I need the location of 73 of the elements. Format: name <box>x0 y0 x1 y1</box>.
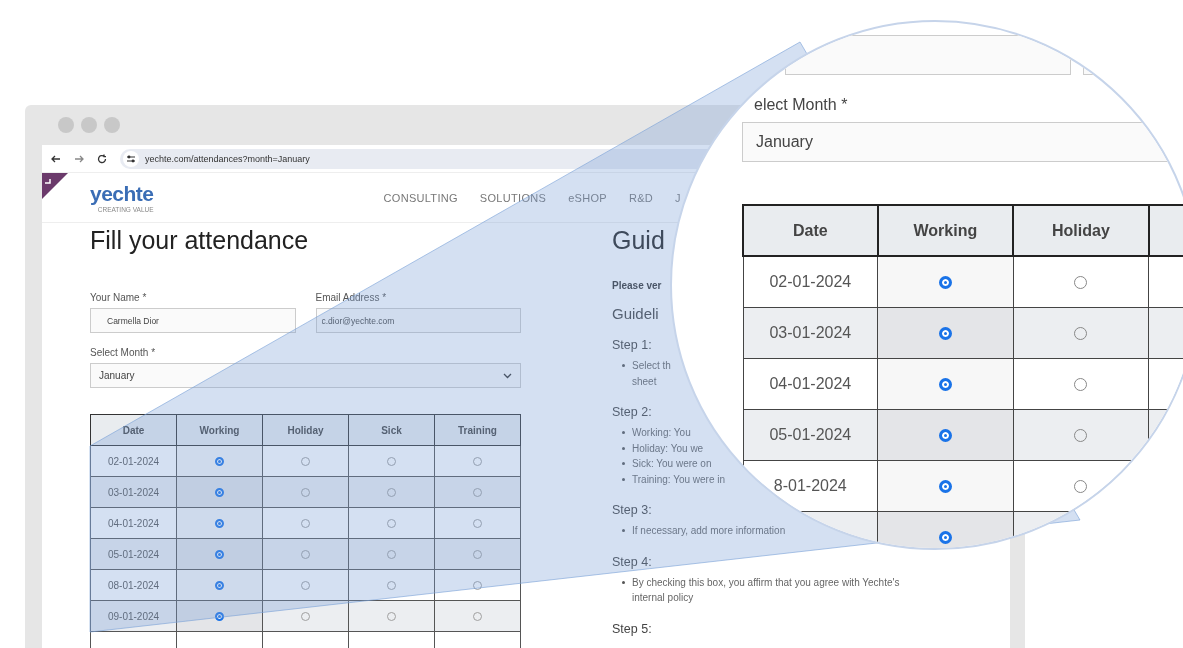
date-cell: 02-01-2024 <box>769 273 852 290</box>
radio-button[interactable] <box>938 276 952 290</box>
text-field[interactable]: c.dior@yechte.com <box>315 308 521 333</box>
radio-button[interactable] <box>938 480 952 494</box>
radio-button[interactable] <box>938 327 952 341</box>
back-icon[interactable] <box>51 153 61 164</box>
step-title: Step 5: <box>612 621 652 636</box>
guideline-text: Training: You were in <box>632 473 726 485</box>
reload-icon[interactable] <box>97 153 107 164</box>
column-header: Training <box>434 414 521 446</box>
field-label: Select Month * <box>90 347 157 358</box>
nav-link[interactable]: SOLUTIONS <box>479 191 547 204</box>
radio-button[interactable] <box>938 531 952 545</box>
guideline-text: Select th <box>632 360 671 372</box>
guidelines-title: Guid <box>612 226 665 256</box>
bullet-icon <box>622 446 625 450</box>
nav-link[interactable]: CONSULTING <box>383 191 458 204</box>
bullet-icon <box>622 364 625 367</box>
radio-button[interactable] <box>215 550 224 560</box>
date-cell: 05-01-2024 <box>90 538 177 570</box>
step-title: Step 4: <box>612 554 652 569</box>
window-dots-icon <box>58 117 120 133</box>
column-header: Holiday <box>262 414 349 446</box>
guideline-text: internal policy <box>632 592 694 604</box>
step-title: Step 3: <box>612 503 652 517</box>
date-cell: 8-01-2024 <box>773 477 847 494</box>
page-title: Fill your attendance <box>90 226 310 256</box>
radio-button[interactable] <box>215 581 224 591</box>
nav-link[interactable]: J <box>675 191 681 204</box>
guideline-text: By checking this box, you affirm that you agree with Yechte's <box>632 576 900 588</box>
radio-button[interactable] <box>215 519 224 529</box>
radio-button[interactable] <box>215 457 224 467</box>
radio-button[interactable] <box>215 612 224 622</box>
logo[interactable]: yechte <box>90 182 154 205</box>
radio-button[interactable] <box>215 488 224 498</box>
site-settings-icon[interactable] <box>123 150 139 167</box>
guideline-text: sheet <box>632 375 657 387</box>
column-header: Sick <box>348 414 435 446</box>
date-cell: 03-01-2024 <box>90 476 177 508</box>
date-cell: 05-01-2024 <box>769 426 852 443</box>
intro-text: Please ver <box>612 280 662 291</box>
guidelines-subtitle: Guideli <box>612 305 659 322</box>
date-cell: 09-01-2024 <box>90 600 177 632</box>
bullet-icon <box>622 462 625 465</box>
guideline-text: Sick: You were on <box>632 458 712 470</box>
bullet-icon <box>622 431 625 434</box>
step-title: Step 2: <box>612 405 652 419</box>
nav-link[interactable]: R&D <box>628 191 654 204</box>
guideline-text: If necessary, add more information <box>632 525 786 537</box>
column-header: Holiday <box>1013 205 1149 256</box>
field-label: Your Name * <box>90 292 148 303</box>
nav-link[interactable]: eSHOP <box>568 191 607 204</box>
guideline-text: Working: You <box>632 427 691 439</box>
forward-icon[interactable] <box>74 153 84 164</box>
chevron-down-icon <box>503 372 512 379</box>
bullet-icon <box>622 477 625 481</box>
date-cell: 03-01-2024 <box>769 324 852 341</box>
field-label: Email Address * <box>315 292 388 303</box>
radio-button[interactable] <box>938 378 952 392</box>
bullet-icon <box>622 580 625 584</box>
guideline-text: Holiday: You we <box>632 442 704 454</box>
date-cell: 04-01-2024 <box>769 375 852 392</box>
column-header: Working <box>877 205 1014 256</box>
column-header: Date <box>90 414 177 446</box>
month-dropdown[interactable]: January <box>90 363 521 388</box>
radio-button[interactable] <box>938 429 952 443</box>
column-header: Date <box>743 205 878 256</box>
bullet-icon <box>622 529 625 532</box>
step-title: Step 1: <box>612 338 652 352</box>
url-text: yechte.com/attendances?month=January <box>145 153 310 164</box>
text-field[interactable]: Carmella Dior <box>90 308 296 333</box>
column-header: Working <box>176 414 263 446</box>
field-label: elect Month * <box>754 96 848 114</box>
